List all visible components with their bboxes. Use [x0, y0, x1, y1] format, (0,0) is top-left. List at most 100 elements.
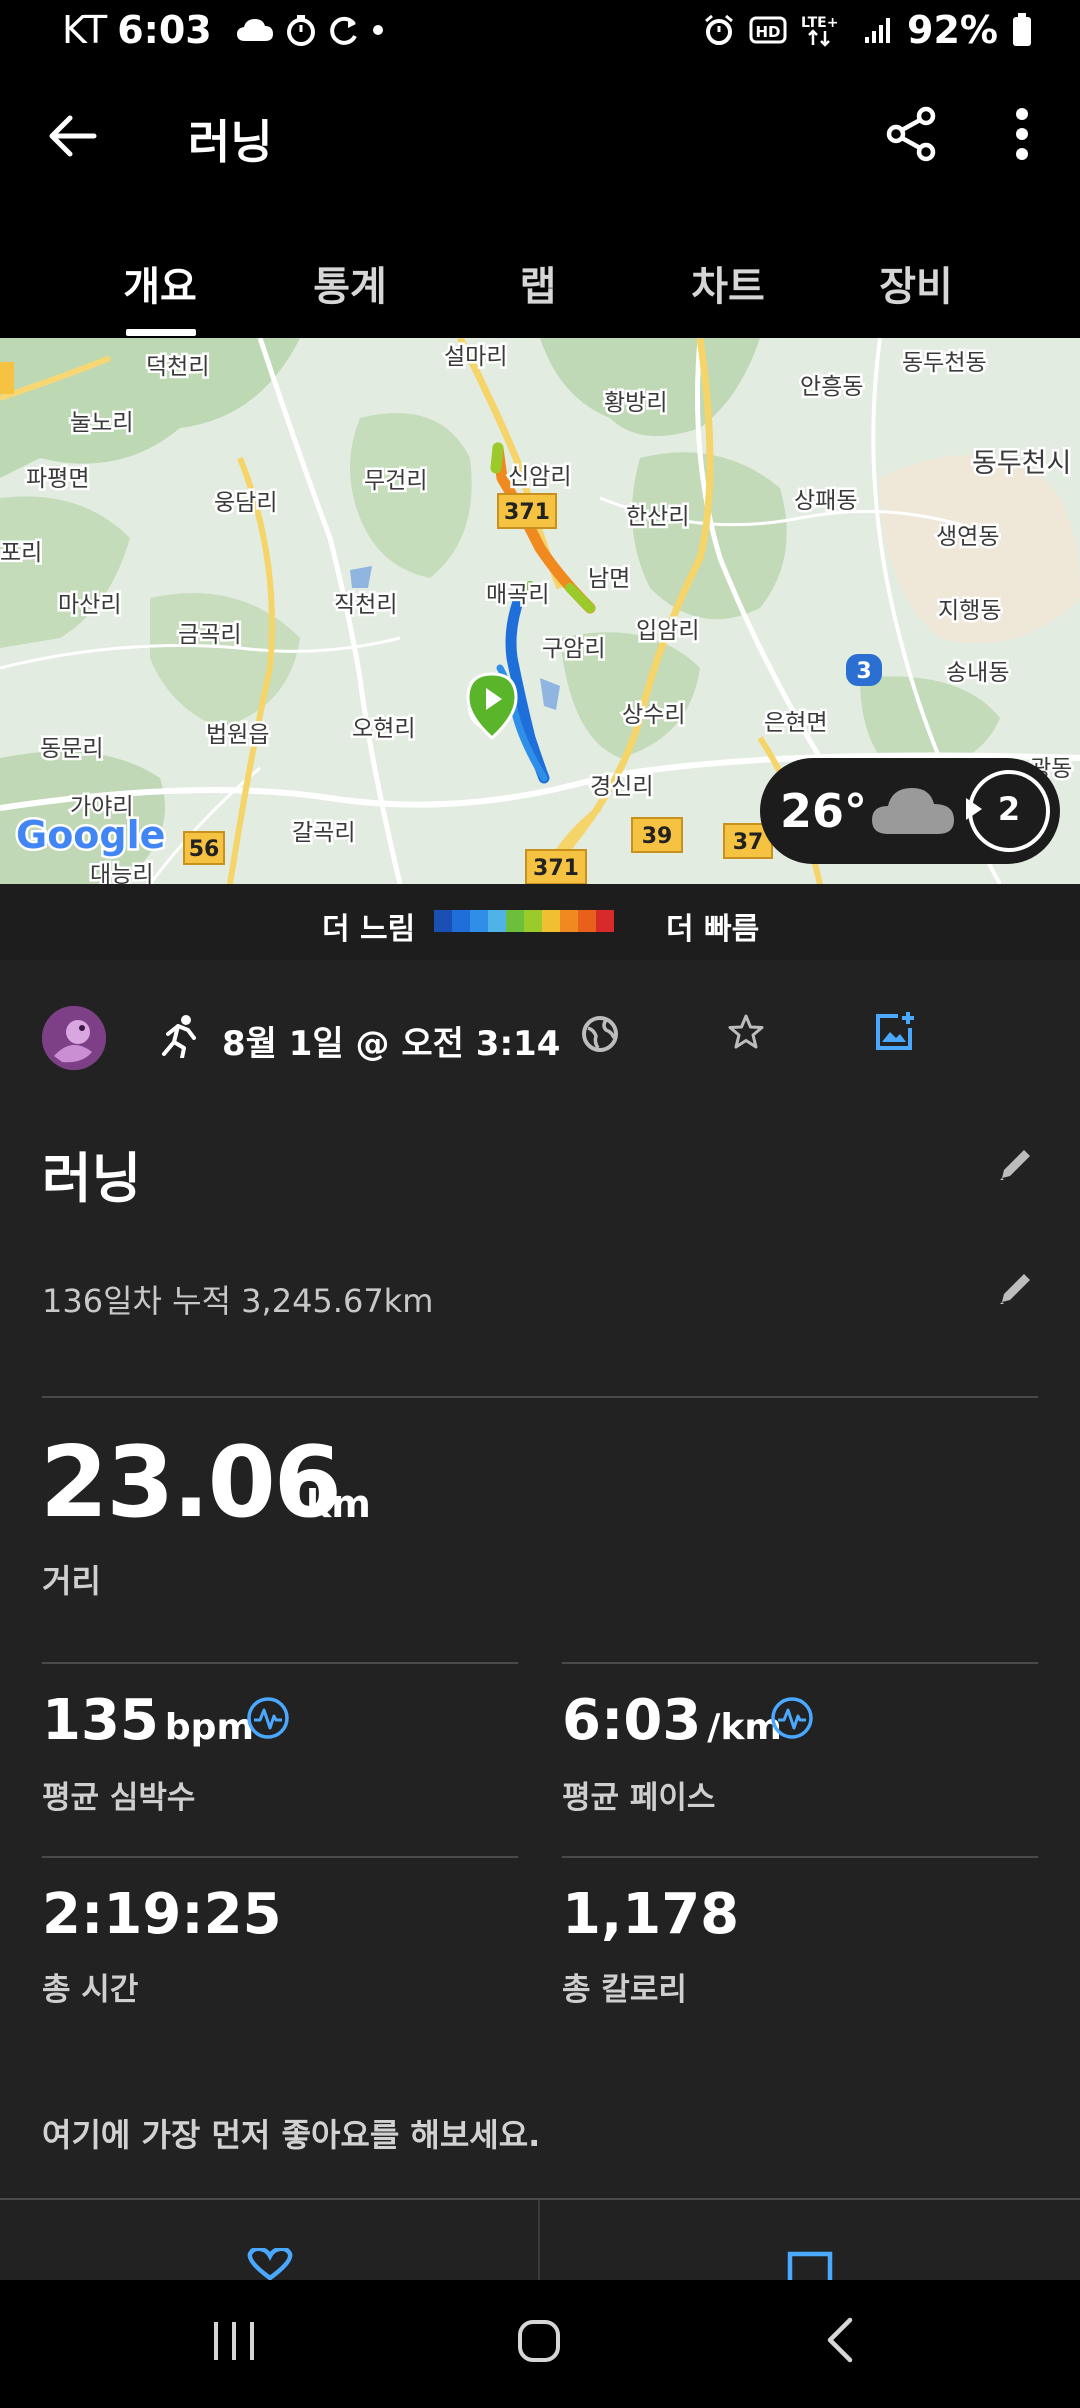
status-time: 6:03 — [117, 8, 212, 52]
place-label: 구암리 — [542, 636, 605, 662]
system-nav-bar — [0, 2280, 1080, 2408]
avg-heart-rate-value: 135 — [42, 1688, 159, 1753]
place-label: 안흥동 — [800, 374, 863, 400]
action-bar — [0, 2200, 1080, 2281]
svg-text:HD: HD — [756, 23, 781, 41]
place-label: 동문리 — [40, 736, 103, 762]
heart-icon — [247, 2246, 293, 2281]
action-separator — [538, 2200, 540, 2280]
back-button[interactable] — [42, 104, 106, 168]
carrier-label: KT — [62, 8, 108, 52]
place-label: 상수리 — [622, 702, 685, 728]
pace-color-swatch — [506, 910, 524, 932]
like-button[interactable] — [244, 2246, 296, 2284]
pace-color-swatch — [434, 910, 452, 932]
divider — [562, 1662, 1038, 1664]
avg-pace-label: 평균 페이스 — [562, 1780, 716, 1816]
place-label: 법원읍 — [206, 722, 269, 748]
place-label: 생연동 — [936, 524, 999, 550]
more-vert-icon — [1016, 108, 1028, 160]
share-icon — [886, 106, 936, 162]
pace-zone-icon[interactable] — [770, 1696, 814, 1744]
tab-bar: 개요 통계 랩 차트 장비 — [0, 212, 1080, 338]
activity-details: 8월 1일 @ 오전 3:14 러닝 136일차 누적 3,245.67km 2… — [0, 960, 1080, 2280]
place-label: 동두천동 — [902, 350, 987, 376]
place-label: 지행동 — [938, 598, 1001, 624]
place-label: 남면 — [588, 566, 630, 592]
legend-slow-label: 더 느림 — [322, 912, 416, 947]
edit-description-button[interactable] — [996, 1268, 1036, 1312]
activity-meta-row: 8월 1일 @ 오전 3:14 — [0, 998, 1080, 1078]
place-label: 은현면 — [764, 710, 827, 736]
edit-title-button[interactable] — [996, 1144, 1036, 1188]
road-badge: 37 — [733, 830, 764, 855]
total-time-label: 총 시간 — [42, 1972, 139, 2008]
sync-icon — [328, 14, 360, 46]
comment-button[interactable] — [786, 2250, 834, 2284]
avatar[interactable] — [42, 1006, 106, 1070]
place-label: 덕천리 — [146, 354, 209, 380]
share-button[interactable] — [880, 102, 944, 166]
distance-value: 23.06 — [40, 1426, 342, 1540]
place-label: 파평면 — [26, 466, 89, 492]
pencil-icon — [1000, 1150, 1030, 1180]
road-badge: 56 — [189, 837, 220, 862]
weather-temperature: 26° — [780, 784, 868, 838]
battery-icon — [1012, 13, 1032, 47]
arrow-left-icon — [49, 115, 97, 157]
pace-color-scale — [434, 910, 614, 932]
avg-pace-value: 6:03 — [562, 1688, 702, 1753]
recents-icon — [214, 2322, 254, 2360]
comment-icon — [787, 2251, 833, 2280]
avg-heart-rate-label: 평균 심박수 — [42, 1780, 196, 1816]
place-label: 경신리 — [590, 774, 653, 800]
avg-heart-rate-unit: bpm — [164, 1707, 254, 1748]
place-label: 눌노리 — [70, 410, 133, 436]
active-tab-indicator — [126, 329, 196, 336]
pace-color-swatch — [524, 910, 542, 932]
divider — [562, 1856, 1038, 1858]
activity-description: 136일차 누적 3,245.67km — [42, 1282, 434, 1320]
more-options-button[interactable] — [1000, 102, 1044, 166]
road-badge: 3 — [856, 659, 871, 684]
app-bar: 러닝 — [0, 62, 1080, 212]
stopwatch-icon — [286, 14, 316, 46]
activity-date: 8월 1일 @ 오전 3:14 — [222, 1024, 561, 1064]
signal-icon — [863, 15, 893, 45]
cloud-icon — [870, 782, 956, 842]
divider — [42, 1856, 518, 1858]
place-label: 포리 — [0, 540, 42, 566]
avg-pace: 6:03/km — [562, 1688, 782, 1753]
running-icon — [160, 1014, 200, 1062]
system-back-button[interactable] — [820, 2312, 860, 2372]
place-label: 대능리 — [90, 862, 153, 884]
place-label: 한산리 — [626, 504, 689, 530]
recent-apps-button[interactable] — [210, 2314, 260, 2372]
tab-overview[interactable]: 개요 — [90, 254, 230, 312]
google-attribution: Google — [16, 813, 165, 857]
pace-color-swatch — [542, 910, 560, 932]
avg-heart-rate: 135 bpm — [42, 1688, 254, 1753]
total-calories-value: 1,178 — [562, 1882, 740, 1947]
weather-badge: 26° 2 — [760, 758, 1060, 864]
pace-color-swatch — [596, 910, 614, 932]
add-photo-icon[interactable] — [872, 1010, 916, 1058]
tab-charts[interactable]: 차트 — [658, 254, 798, 312]
total-calories-label: 총 칼로리 — [562, 1972, 687, 2008]
distance-unit: km — [306, 1482, 371, 1526]
privacy-globe-icon[interactable] — [580, 1014, 620, 1058]
pace-color-swatch — [488, 910, 506, 932]
pace-color-swatch — [560, 910, 578, 932]
place-label: 입암리 — [636, 618, 699, 644]
tab-laps[interactable]: 랩 — [468, 254, 608, 312]
total-time-value: 2:19:25 — [42, 1882, 282, 1947]
chevron-left-icon — [827, 2317, 853, 2363]
star-icon[interactable] — [726, 1012, 766, 1056]
home-button[interactable] — [512, 2314, 566, 2372]
place-label: 황방리 — [604, 390, 667, 416]
tab-stats[interactable]: 통계 — [280, 254, 420, 312]
tab-gear[interactable]: 장비 — [846, 254, 986, 312]
alarm-icon — [703, 14, 735, 46]
place-label: 금곡리 — [178, 622, 241, 648]
heart-rate-zone-icon[interactable] — [246, 1696, 290, 1744]
